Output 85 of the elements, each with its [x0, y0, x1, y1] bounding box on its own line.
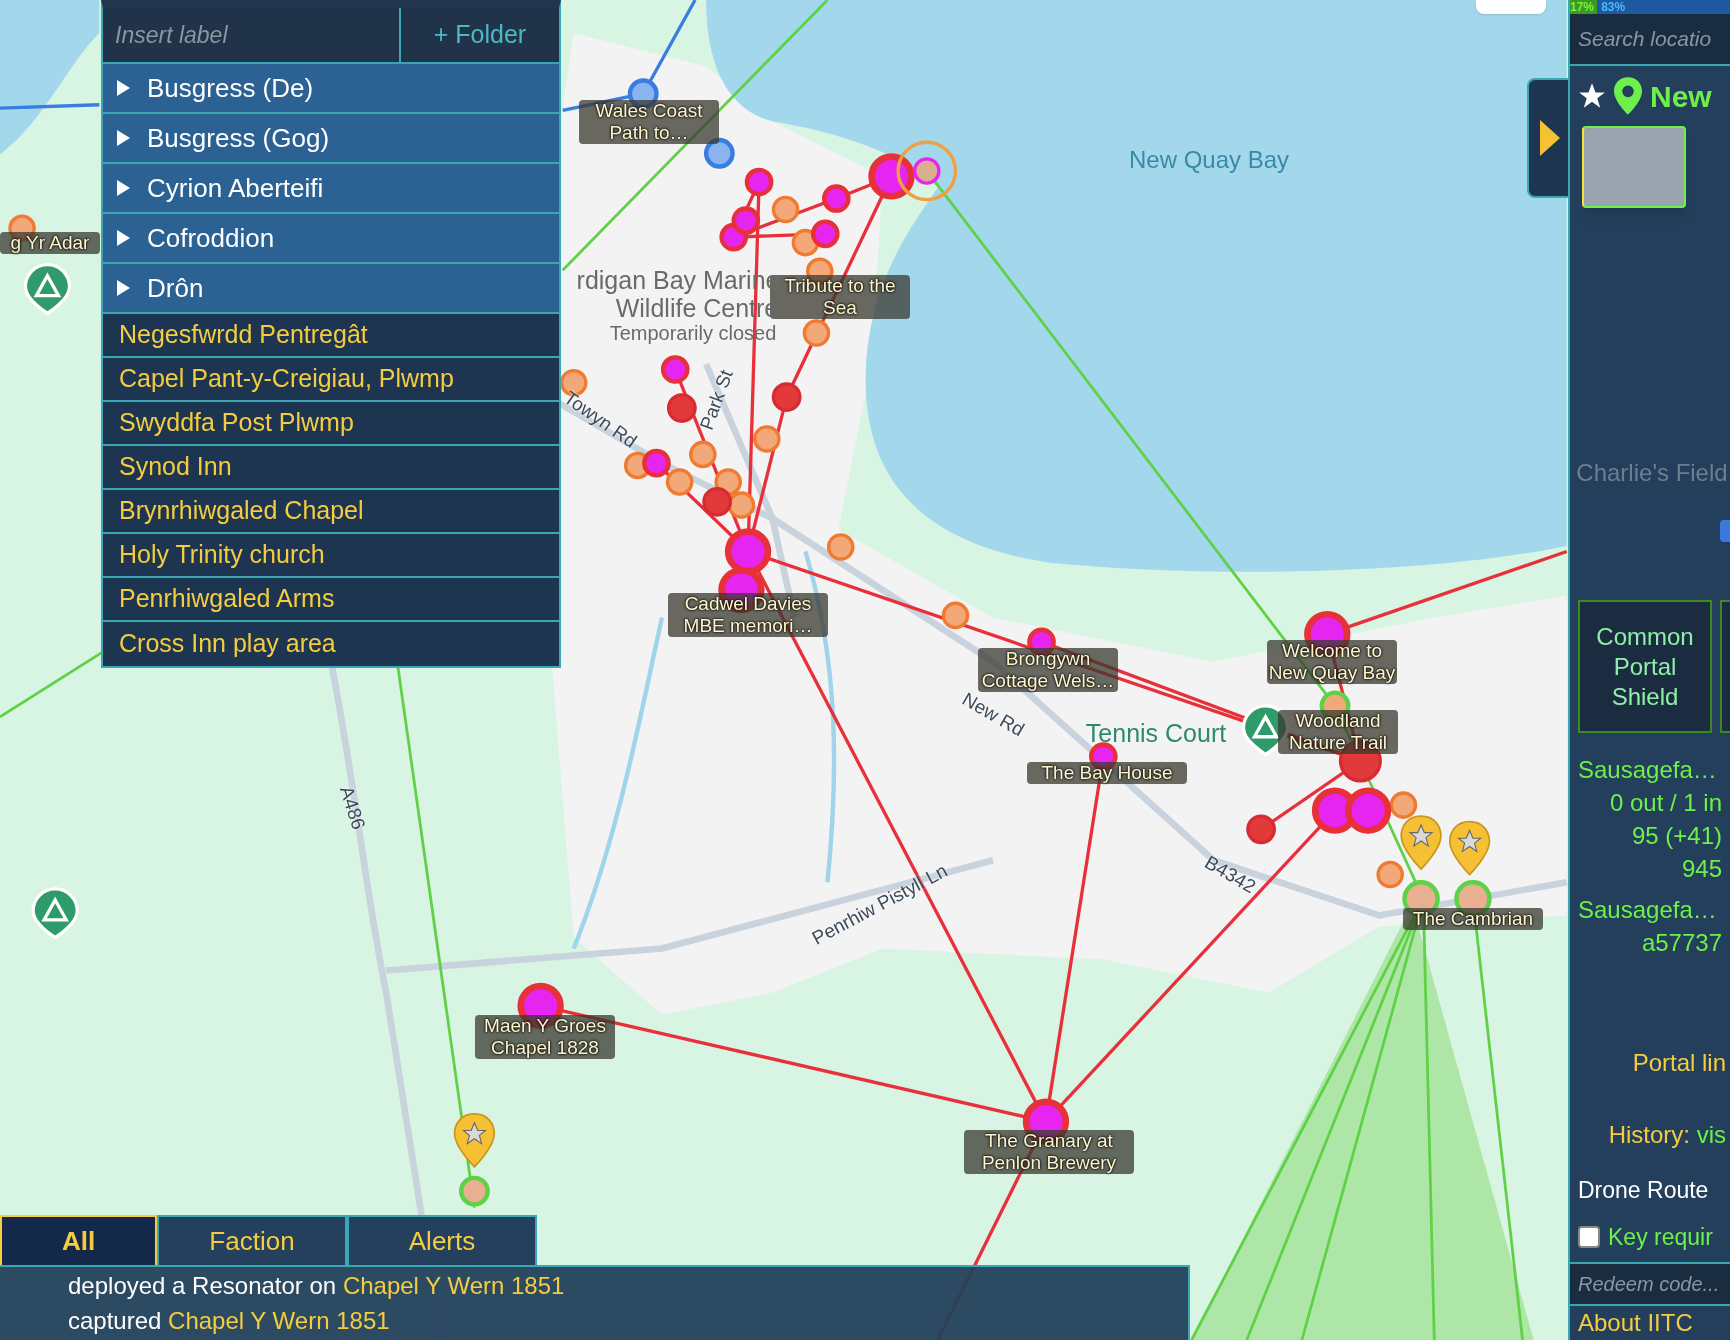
portal-marker[interactable]: [665, 468, 694, 496]
portal-label: The Bay House: [1027, 762, 1187, 784]
faction-bar-rest: 83%: [1597, 0, 1730, 14]
portal-label: Wales Coast Path to…: [579, 100, 719, 144]
folder-name: Busgress (De): [147, 71, 314, 105]
faction-bar-fill: 17%: [1570, 0, 1598, 14]
caret-right-icon: [115, 279, 131, 297]
bookmark-folder[interactable]: Cyrion Aberteifi: [103, 164, 559, 214]
portal-label: Cadwel Davies MBE memori…: [668, 593, 828, 637]
portal-marker[interactable]: [1389, 791, 1418, 819]
redeem-field[interactable]: Redeem code...: [1570, 1262, 1730, 1306]
folder-name: Cofroddion: [147, 221, 275, 255]
road-label: Park St: [694, 365, 738, 435]
portal-label: g Yr Adar: [0, 232, 100, 254]
portal-marker[interactable]: [689, 440, 717, 469]
star-marker-icon[interactable]: [1448, 820, 1491, 876]
portal-marker[interactable]: [821, 184, 851, 213]
folder-name: Drôn: [147, 271, 204, 305]
drone-route-text: Drone Route: [1577, 1176, 1710, 1205]
place-label: Charlie's Field: [1576, 458, 1728, 488]
portal-stat: 95 (+41): [1631, 821, 1723, 851]
portal-stat: 0 out / 1 in: [1609, 788, 1723, 818]
portal-marker[interactable]: [731, 206, 761, 235]
chat-tab[interactable]: Alerts: [347, 1215, 537, 1265]
star-marker-icon[interactable]: [453, 1113, 496, 1168]
selected-portal-marker[interactable]: [896, 140, 958, 202]
portal-marker[interactable]: [802, 319, 831, 347]
portal-label: The Cambrian: [1403, 908, 1543, 930]
portal-marker[interactable]: [1344, 787, 1392, 834]
portal-marker[interactable]: [771, 382, 802, 412]
portal-marker[interactable]: [771, 195, 800, 224]
portal-link[interactable]: Portal lin: [1632, 1045, 1730, 1081]
search-field[interactable]: Search locatio: [1570, 14, 1730, 66]
portal-marker[interactable]: [703, 137, 735, 169]
map-pin-icon: [1614, 77, 1642, 115]
portal-stat: a57737: [1641, 928, 1723, 958]
portal-marker[interactable]: [744, 167, 774, 197]
caret-right-icon: [115, 179, 131, 197]
place-label: New Quay Bay: [1128, 145, 1290, 175]
star-marker-icon[interactable]: [1400, 815, 1442, 870]
caret-right-icon: [115, 229, 131, 247]
place-label: Tennis Court: [1085, 718, 1227, 749]
portal-label: Maen Y Groes Chapel 1828: [475, 1015, 615, 1059]
portal-label: Welcome to New Quay Bay: [1267, 640, 1397, 684]
chat-message: deployed a Resonator on Chapel Y Wern 1851: [68, 1271, 566, 1301]
road-label: A486: [334, 782, 371, 834]
portal-marker[interactable]: [826, 533, 855, 561]
portal-marker[interactable]: [941, 601, 970, 630]
chat-tab[interactable]: All: [0, 1215, 157, 1265]
key-checkbox[interactable]: [1578, 1225, 1600, 1248]
chat-message: captured Chapel Y Wern 1851: [68, 1306, 391, 1336]
portal-marker[interactable]: [1376, 860, 1404, 889]
star-icon[interactable]: [1578, 82, 1606, 110]
bookmark-folder[interactable]: Cofroddion: [103, 214, 559, 264]
key-required-label: Key requir: [1608, 1222, 1713, 1252]
mod-slot: Common Portal Shield: [1578, 600, 1712, 733]
bookmark-folder[interactable]: Busgress (De): [103, 64, 559, 114]
caret-right-icon: [115, 129, 131, 147]
portal-marker[interactable]: [459, 1175, 490, 1207]
history-text: History: vis: [1608, 1120, 1727, 1150]
bookmark-folder[interactable]: Busgress (Gog): [103, 114, 559, 164]
chat-tab[interactable]: Faction: [157, 1215, 347, 1265]
caret-right-icon: [1539, 120, 1560, 156]
owner-name: Sausagefa…: [1577, 755, 1717, 785]
portal-label: Woodland Nature Trail: [1278, 710, 1398, 754]
checkbox[interactable]: [1720, 520, 1730, 542]
portal-marker[interactable]: [1246, 814, 1276, 845]
add-folder-button[interactable]: + Folder: [401, 8, 559, 62]
folder-name: Busgress (Gog): [147, 121, 330, 155]
caret-right-icon: [115, 79, 131, 97]
owner-name: Sausagefa…: [1577, 895, 1717, 925]
folder-name: Cyrion Aberteifi: [147, 171, 324, 205]
portal-marker[interactable]: [660, 355, 690, 384]
portal-title: New: [1650, 78, 1712, 115]
portal-marker[interactable]: [810, 219, 840, 249]
sidebar-toggle-button[interactable]: [1527, 78, 1570, 198]
portal-marker[interactable]: [642, 448, 671, 478]
portal-marker[interactable]: [753, 425, 781, 453]
portal-stat: 945: [1681, 854, 1723, 884]
about-link[interactable]: About IITC: [1570, 1306, 1730, 1340]
label-input[interactable]: Insert label: [103, 8, 401, 62]
bookmark-folder[interactable]: Drôn: [103, 264, 559, 314]
portal-label: Brongywn Cottage Wels…: [978, 648, 1118, 692]
portal-label: The Granary at Penlon Brewery: [964, 1130, 1134, 1174]
portal-marker[interactable]: [868, 153, 915, 200]
